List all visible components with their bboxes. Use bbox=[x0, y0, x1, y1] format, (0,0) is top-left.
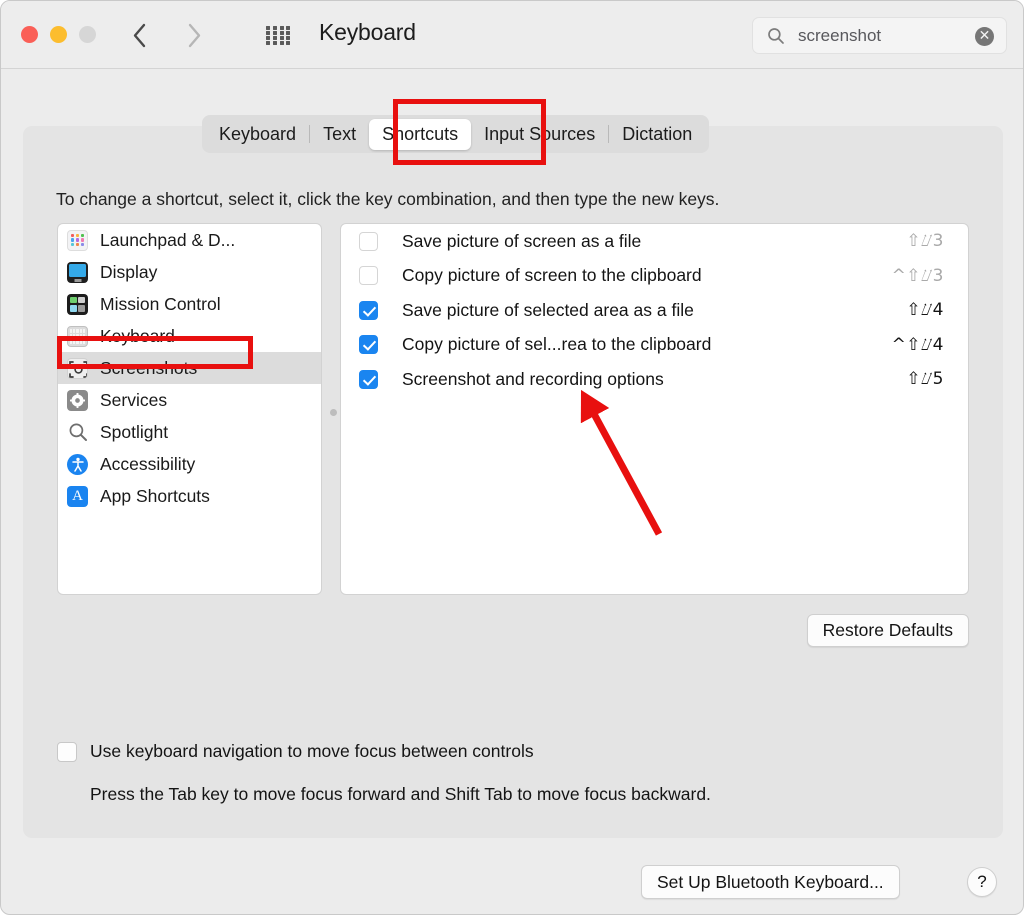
tab-dictation[interactable]: Dictation bbox=[609, 119, 705, 150]
keyboard-navigation-label: Use keyboard navigation to move focus be… bbox=[90, 741, 534, 761]
shortcut-keys[interactable]: ^⇧⌰4 bbox=[892, 335, 944, 355]
shortcut-list[interactable]: Save picture of screen as a file ⇧⌰3 Cop… bbox=[340, 223, 969, 595]
keyboard-navigation-row[interactable]: Use keyboard navigation to move focus be… bbox=[57, 741, 534, 762]
shortcut-label: Copy picture of sel...rea to the clipboa… bbox=[402, 334, 712, 355]
sidebar-item-label: Mission Control bbox=[100, 293, 221, 314]
sidebar-item-app-shortcuts[interactable]: A App Shortcuts bbox=[58, 480, 321, 512]
launchpad-icon bbox=[67, 229, 88, 251]
accessibility-icon bbox=[67, 453, 88, 475]
tab-shortcuts[interactable]: Shortcuts bbox=[369, 118, 472, 150]
sidebar-item-launchpad[interactable]: Launchpad & D... bbox=[58, 224, 321, 256]
keyboard-navigation-hint: Press the Tab key to move focus forward … bbox=[90, 784, 711, 804]
screenshots-icon bbox=[67, 357, 88, 379]
sidebar-item-label: Keyboard bbox=[100, 325, 175, 346]
shortcut-label: Copy picture of screen to the clipboard bbox=[402, 265, 702, 286]
sidebar-item-label: Screenshots bbox=[100, 357, 198, 378]
keyboard-preferences-window: Keyboard screenshot ✕ Keyboard Text Shor… bbox=[0, 0, 1024, 915]
shortcut-keys[interactable]: ⇧⌰3 bbox=[906, 231, 944, 251]
sidebar-item-label: Launchpad & D... bbox=[100, 229, 236, 250]
tab-keyboard[interactable]: Keyboard bbox=[206, 119, 309, 150]
table-row[interactable]: Save picture of screen as a file ⇧⌰3 bbox=[341, 224, 968, 259]
keyboard-navigation-checkbox[interactable] bbox=[57, 741, 77, 762]
instruction-text: To change a shortcut, select it, click t… bbox=[56, 189, 720, 209]
shortcut-keys[interactable]: ^⇧⌰3 bbox=[892, 266, 944, 286]
shortcut-label: Save picture of screen as a file bbox=[402, 230, 642, 251]
search-input[interactable]: screenshot bbox=[798, 26, 881, 46]
shortcut-label: Save picture of selected area as a file bbox=[402, 299, 694, 320]
table-row[interactable]: Save picture of selected area as a file … bbox=[341, 293, 968, 328]
tab-bar: Keyboard Text Shortcuts Input Sources Di… bbox=[202, 115, 710, 153]
search-field[interactable]: screenshot ✕ bbox=[752, 17, 1007, 54]
table-row[interactable]: Screenshot and recording options ⇧⌰5 bbox=[341, 362, 968, 397]
table-row[interactable]: Copy picture of screen to the clipboard … bbox=[341, 259, 968, 294]
sidebar-item-label: Spotlight bbox=[100, 421, 169, 442]
shortcut-checkbox[interactable] bbox=[359, 369, 378, 389]
sidebar-item-screenshots[interactable]: Screenshots bbox=[58, 352, 321, 384]
show-all-icon[interactable] bbox=[265, 25, 293, 45]
sidebar-item-label: Services bbox=[100, 389, 168, 410]
help-button[interactable]: ? bbox=[967, 867, 997, 897]
sidebar-item-keyboard[interactable]: Keyboard bbox=[58, 320, 321, 352]
shortcut-checkbox[interactable] bbox=[359, 300, 378, 320]
search-icon bbox=[768, 28, 784, 44]
shortcut-category-list[interactable]: Launchpad & D... Display Mission Control bbox=[57, 223, 322, 595]
shortcut-keys[interactable]: ⇧⌰4 bbox=[906, 300, 944, 320]
display-icon bbox=[67, 261, 88, 283]
splitter-handle[interactable] bbox=[330, 409, 337, 416]
sidebar-item-label: Display bbox=[100, 261, 158, 282]
sidebar-item-display[interactable]: Display bbox=[58, 256, 321, 288]
sidebar-item-label: App Shortcuts bbox=[100, 485, 210, 506]
close-button[interactable] bbox=[21, 26, 38, 43]
mission-control-icon bbox=[67, 293, 88, 315]
table-row[interactable]: Copy picture of sel...rea to the clipboa… bbox=[341, 328, 968, 363]
clear-search-icon[interactable]: ✕ bbox=[975, 27, 994, 46]
sidebar-item-mission-control[interactable]: Mission Control bbox=[58, 288, 321, 320]
gear-icon bbox=[67, 389, 88, 411]
zoom-button[interactable] bbox=[79, 26, 96, 43]
sidebar-item-label: Accessibility bbox=[100, 453, 196, 474]
app-shortcuts-icon: A bbox=[67, 485, 88, 507]
minimize-button[interactable] bbox=[50, 26, 67, 43]
shortcut-checkbox[interactable] bbox=[359, 335, 378, 355]
page-title: Keyboard bbox=[319, 19, 416, 45]
tab-input-sources[interactable]: Input Sources bbox=[471, 119, 608, 150]
chevron-left-icon bbox=[133, 23, 145, 47]
sidebar-item-accessibility[interactable]: Accessibility bbox=[58, 448, 321, 480]
restore-defaults-button[interactable]: Restore Defaults bbox=[806, 614, 969, 647]
panel-splitter[interactable] bbox=[326, 223, 339, 595]
back-button[interactable] bbox=[124, 19, 154, 51]
window-titlebar: Keyboard screenshot ✕ bbox=[1, 1, 1023, 69]
sidebar-item-spotlight[interactable]: Spotlight bbox=[58, 416, 321, 448]
shortcut-checkbox[interactable] bbox=[359, 231, 378, 251]
chevron-right-icon bbox=[188, 23, 200, 47]
shortcut-label: Screenshot and recording options bbox=[402, 368, 664, 389]
shortcut-checkbox[interactable] bbox=[359, 266, 378, 286]
set-up-bluetooth-keyboard-button[interactable]: Set Up Bluetooth Keyboard... bbox=[641, 865, 900, 899]
tab-text[interactable]: Text bbox=[310, 119, 369, 150]
shortcut-keys[interactable]: ⇧⌰5 bbox=[906, 369, 944, 389]
preferences-content-panel: Keyboard Text Shortcuts Input Sources Di… bbox=[23, 115, 1003, 838]
forward-button[interactable] bbox=[179, 19, 209, 51]
sidebar-item-services[interactable]: Services bbox=[58, 384, 321, 416]
keyboard-icon bbox=[67, 325, 88, 347]
spotlight-icon bbox=[67, 422, 88, 443]
